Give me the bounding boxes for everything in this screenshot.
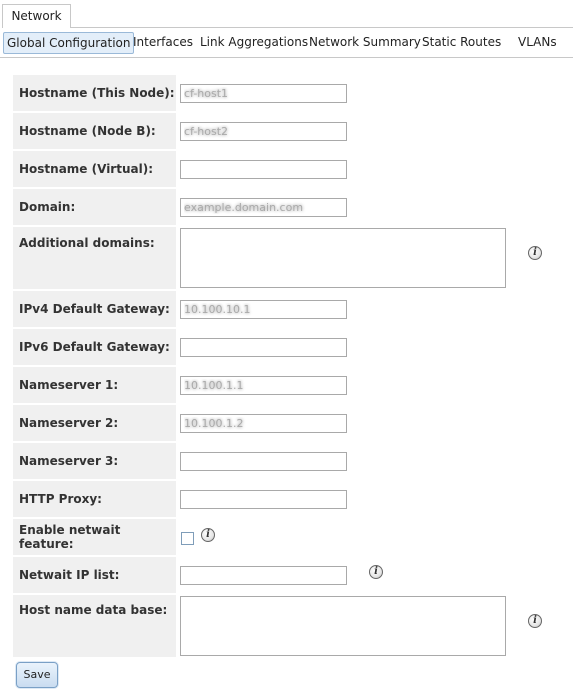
row-netwait-feature: Enable netwait feature: i (13, 519, 573, 555)
label-http-proxy: HTTP Proxy: (13, 481, 176, 517)
row-http-proxy: HTTP Proxy: (13, 481, 573, 517)
row-domain: Domain: (13, 189, 573, 225)
label-netwait-feature: Enable netwait feature: (13, 519, 176, 555)
tab-divider (71, 27, 573, 28)
netwait-feature-info-icon[interactable]: i (201, 528, 215, 542)
row-host-name-db: Host name data base: i (13, 595, 573, 657)
nameserver-3-input[interactable] (180, 452, 347, 471)
tab-global-configuration[interactable]: Global Configuration (3, 32, 135, 54)
tab-interfaces[interactable]: Interfaces (130, 32, 196, 54)
http-proxy-input[interactable] (180, 490, 347, 509)
tab-network-summary[interactable]: Network Summary (306, 32, 424, 54)
tab-link-aggregations[interactable]: Link Aggregations (197, 32, 311, 54)
hostname-b-input[interactable] (180, 122, 347, 141)
netwait-ip-list-info-icon[interactable]: i (369, 565, 383, 579)
hostname-this-input[interactable] (180, 84, 347, 103)
label-nameserver-2: Nameserver 2: (13, 405, 176, 441)
row-hostname-b: Hostname (Node B): (13, 113, 573, 149)
row-hostname-this: Hostname (This Node): (13, 75, 573, 111)
netwait-ip-list-input[interactable] (180, 566, 347, 585)
label-host-name-db: Host name data base: (13, 595, 176, 657)
label-nameserver-1: Nameserver 1: (13, 367, 176, 403)
ipv6-gateway-input[interactable] (180, 338, 347, 357)
label-additional-domains: Additional domains: (13, 227, 176, 289)
row-nameserver-1: Nameserver 1: (13, 367, 573, 403)
row-netwait-ip-list: Netwait IP list: i (13, 557, 573, 593)
label-domain: Domain: (13, 189, 176, 225)
hostname-virtual-input[interactable] (180, 160, 347, 179)
label-hostname-this: Hostname (This Node): (13, 75, 176, 111)
host-name-db-info-icon[interactable]: i (528, 614, 542, 628)
label-nameserver-3: Nameserver 3: (13, 443, 176, 479)
label-ipv6-gateway: IPv6 Default Gateway: (13, 329, 176, 365)
label-ipv4-gateway: IPv4 Default Gateway: (13, 291, 176, 327)
subtab-divider (0, 57, 573, 58)
label-netwait-ip-list: Netwait IP list: (13, 557, 176, 593)
nameserver-2-input[interactable] (180, 414, 347, 433)
label-hostname-virtual: Hostname (Virtual): (13, 151, 176, 187)
nameserver-1-input[interactable] (180, 376, 347, 395)
row-additional-domains: Additional domains: i (13, 227, 573, 289)
netwait-feature-checkbox[interactable] (181, 532, 194, 545)
domain-input[interactable] (180, 198, 347, 217)
ipv4-gateway-input[interactable] (180, 300, 347, 319)
row-ipv4-gateway: IPv4 Default Gateway: (13, 291, 573, 327)
tab-network[interactable]: Network (2, 4, 71, 28)
row-nameserver-3: Nameserver 3: (13, 443, 573, 479)
host-name-db-textarea[interactable] (180, 596, 506, 656)
additional-domains-textarea[interactable] (180, 228, 506, 288)
tab-vlans[interactable]: VLANs (515, 32, 560, 54)
row-ipv6-gateway: IPv6 Default Gateway: (13, 329, 573, 365)
additional-domains-info-icon[interactable]: i (528, 246, 542, 260)
save-button[interactable]: Save (16, 662, 58, 688)
label-hostname-b: Hostname (Node B): (13, 113, 176, 149)
row-hostname-virtual: Hostname (Virtual): (13, 151, 573, 187)
tab-static-routes[interactable]: Static Routes (419, 32, 504, 54)
row-nameserver-2: Nameserver 2: (13, 405, 573, 441)
